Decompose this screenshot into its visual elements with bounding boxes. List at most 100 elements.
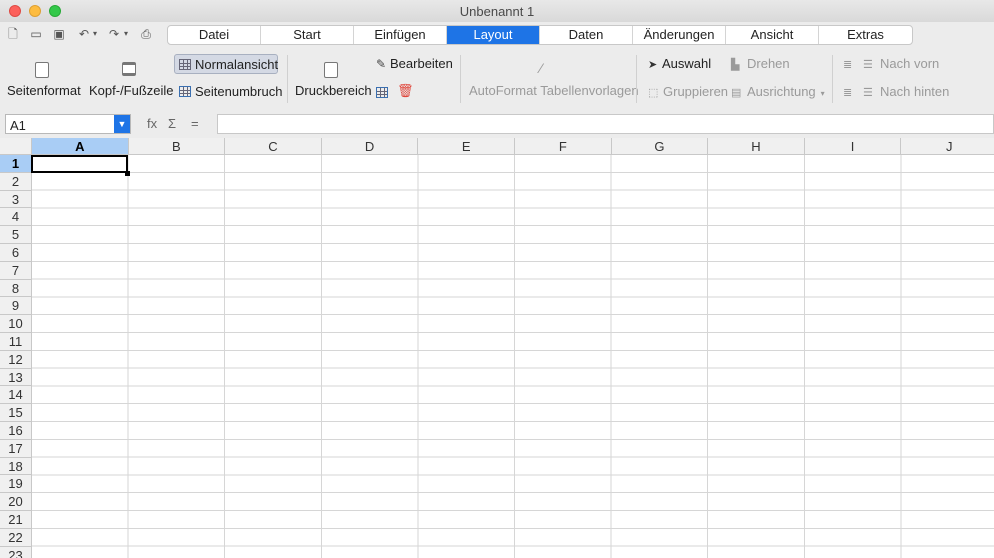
row-header-19[interactable]: 19 — [0, 475, 32, 494]
new-document-icon[interactable]: 🗋 — [6, 27, 20, 41]
drehen-button[interactable]: ▙ Drehen — [731, 56, 790, 71]
ribbon-separator — [287, 55, 288, 103]
delete-print-range-icon[interactable]: 🗑 — [397, 83, 414, 99]
column-header-f[interactable]: F — [515, 138, 612, 155]
tab-einfuegen[interactable]: Einfügen — [354, 26, 447, 44]
function-wizard-icon[interactable]: fx — [147, 116, 157, 131]
row-header-14[interactable]: 14 — [0, 386, 32, 405]
print-icon[interactable]: ⎙ — [139, 27, 153, 41]
active-cell-a1[interactable] — [31, 155, 128, 173]
row-header-17[interactable]: 17 — [0, 439, 32, 458]
tab-datei[interactable]: Datei — [168, 26, 261, 44]
row-header-20[interactable]: 20 — [0, 493, 32, 511]
row-header-7[interactable]: 7 — [0, 261, 32, 280]
tab-ansicht[interactable]: Ansicht — [726, 26, 819, 44]
column-header-c[interactable]: C — [225, 138, 322, 155]
autoformat-button[interactable]: AutoFormat Tabellenvorlagen — [469, 83, 639, 98]
send-backward-button[interactable]: ≣ ☰ Nach hinten — [843, 84, 949, 99]
drehen-label: Drehen — [747, 56, 790, 71]
seitenumbruch-button[interactable]: Seitenumbruch — [179, 84, 282, 99]
send-to-back-icon: ≣ — [843, 87, 853, 99]
formula-input[interactable] — [217, 114, 994, 134]
bearbeiten-label: Bearbeiten — [390, 56, 453, 71]
row-header-4[interactable]: 4 — [0, 208, 32, 227]
row-header-8[interactable]: 8 — [0, 279, 32, 298]
undo-icon[interactable]: ↶ — [77, 27, 91, 41]
gruppieren-button[interactable]: ⬚ Gruppieren — [648, 84, 728, 99]
grid-icon — [179, 59, 191, 70]
gruppieren-label: Gruppieren — [663, 84, 729, 99]
name-box[interactable]: A1 ▼ — [5, 114, 131, 134]
save-icon[interactable]: ▣ — [52, 27, 66, 41]
row-header-16[interactable]: 16 — [0, 422, 32, 440]
column-header-h[interactable]: H — [708, 138, 805, 155]
cell-reference: A1 — [10, 118, 26, 133]
tab-layout[interactable]: Layout — [447, 26, 540, 44]
cell-area[interactable] — [32, 155, 994, 558]
column-header-b[interactable]: B — [128, 138, 226, 155]
tab-extras[interactable]: Extras — [819, 26, 912, 44]
row-header-1[interactable]: 1 — [0, 155, 32, 173]
redo-icon[interactable]: ↷ — [107, 27, 121, 41]
tab-start[interactable]: Start — [261, 26, 354, 44]
row-header-13[interactable]: 13 — [0, 368, 32, 387]
select-all-corner[interactable] — [0, 138, 32, 155]
ausrichtung-label: Ausrichtung — [747, 84, 816, 99]
row-header-18[interactable]: 18 — [0, 457, 32, 476]
bearbeiten-button[interactable]: ✎ Bearbeiten — [376, 56, 453, 71]
backward-icon: ☰ — [863, 87, 873, 99]
column-header-e[interactable]: E — [418, 138, 515, 155]
nach-vorn-label: Nach vorn — [880, 56, 940, 71]
row-header-10[interactable]: 10 — [0, 315, 32, 333]
ausrichtung-button[interactable]: ▤ Ausrichtung ▾ — [731, 84, 825, 99]
name-box-dropdown-icon[interactable]: ▼ — [114, 115, 130, 133]
redo-dropdown-icon[interactable]: ▾ — [122, 27, 130, 41]
undo-dropdown-icon[interactable]: ▾ — [91, 27, 99, 41]
header-footer-icon — [122, 62, 136, 76]
ribbon-panel: Seitenformat Kopf-/Fußzeile Normalansich… — [0, 48, 994, 110]
auswahl-label: Auswahl — [662, 56, 712, 71]
row-header-3[interactable]: 3 — [0, 190, 32, 209]
column-header-i[interactable]: I — [804, 138, 902, 155]
normalansicht-button[interactable]: Normalansicht — [174, 54, 278, 74]
kopf-fusszeile-button[interactable]: Kopf-/Fußzeile — [89, 83, 174, 98]
row-header-12[interactable]: 12 — [0, 350, 32, 369]
nach-hinten-label: Nach hinten — [880, 84, 950, 99]
seitenumbruch-label: Seitenumbruch — [195, 84, 283, 99]
normalansicht-label: Normalansicht — [195, 57, 279, 72]
formula-icon[interactable]: = — [191, 116, 199, 131]
auswahl-button[interactable]: ➤ Auswahl — [648, 56, 711, 71]
column-header-g[interactable]: G — [611, 138, 709, 155]
row-header-9[interactable]: 9 — [0, 297, 32, 316]
column-header-d[interactable]: D — [321, 138, 419, 155]
print-range-table-button[interactable] — [376, 85, 392, 100]
tab-aenderungen[interactable]: Änderungen — [633, 26, 726, 44]
window-title: Unbenannt 1 — [459, 4, 535, 19]
spreadsheet-grid: ABCDEFGHIJ 1 2 3 4 5 6 7 8 9 10 11 12 13 14 15 16 17 18 19… — [0, 138, 994, 558]
row-header-11[interactable]: 11 — [0, 333, 32, 351]
ribbon-separator — [636, 55, 637, 103]
row-header-21[interactable]: 21 — [0, 511, 32, 529]
row-header-2[interactable]: 2 — [0, 172, 32, 191]
sum-icon[interactable]: Σ — [168, 116, 176, 131]
row-header-5[interactable]: 5 — [0, 226, 32, 244]
magic-wand-icon: ⁄ — [540, 60, 543, 76]
fill-handle[interactable] — [125, 171, 130, 176]
page-format-icon — [35, 62, 49, 78]
print-range-icon — [324, 62, 338, 78]
table-icon — [376, 87, 388, 98]
row-header-23[interactable]: 23 — [0, 546, 32, 558]
row-header-6[interactable]: 6 — [0, 244, 32, 262]
tab-daten[interactable]: Daten — [540, 26, 633, 44]
row-header-15[interactable]: 15 — [0, 404, 32, 422]
open-folder-icon[interactable]: ▭ — [29, 27, 43, 41]
druckbereich-button[interactable]: Druckbereich — [295, 83, 372, 98]
seitenformat-button[interactable]: Seitenformat — [7, 83, 81, 98]
ribbon-separator — [832, 55, 833, 103]
row-header-22[interactable]: 22 — [0, 528, 32, 547]
formula-bar: A1 ▼ fx Σ = — [0, 110, 994, 138]
group-icon: ⬚ — [648, 87, 659, 99]
column-header-a[interactable]: A — [32, 138, 129, 155]
bring-forward-button[interactable]: ≣ ☰ Nach vorn — [843, 56, 939, 71]
column-header-j[interactable]: J — [901, 138, 994, 155]
